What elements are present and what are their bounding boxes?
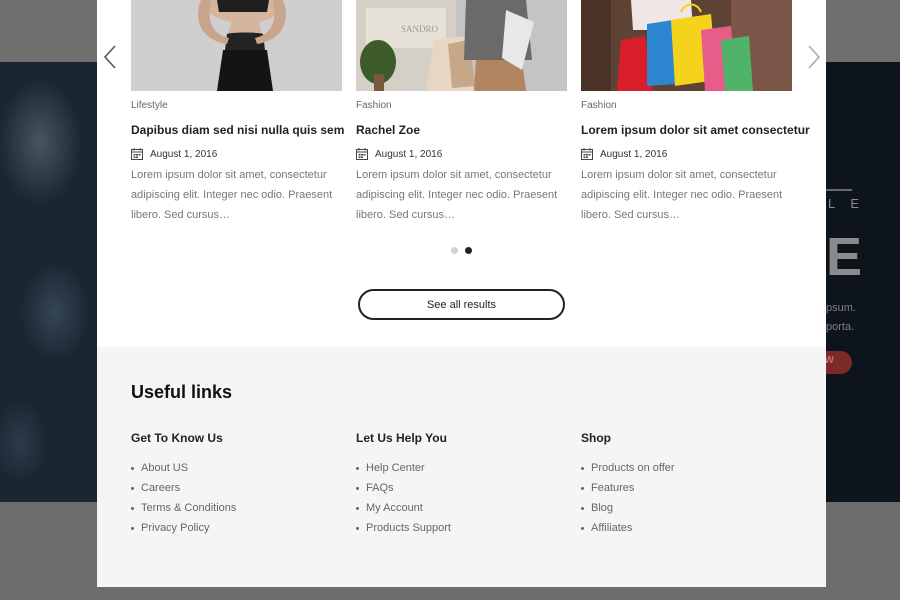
links-column-get-to-know-us: Get To Know Us About US Careers Terms & …: [131, 431, 331, 542]
post-excerpt: Lorem ipsum dolor sit amet, consectetur …: [581, 169, 783, 221]
useful-links-section: Useful links Get To Know Us About US Car…: [97, 347, 826, 587]
see-all-results-button[interactable]: See all results: [358, 289, 565, 320]
carousel-dot-1[interactable]: [451, 247, 458, 254]
footer-link-help-center[interactable]: Help Center: [356, 462, 556, 482]
footer-link-about-us[interactable]: About US: [131, 462, 331, 482]
hero-title-fragment: E: [826, 227, 863, 287]
post-card[interactable]: Lifestyle Dapibus diam sed nisi nulla qu…: [131, 0, 344, 225]
links-column-heading: Get To Know Us: [131, 431, 223, 445]
post-category[interactable]: Lifestyle: [131, 100, 342, 114]
search-results-panel: Lifestyle Dapibus diam sed nisi nulla qu…: [97, 0, 826, 587]
calendar-icon: [581, 148, 593, 160]
calendar-icon: [131, 148, 143, 160]
hero-kicker-fragment: L E: [828, 196, 866, 211]
post-card[interactable]: SANDRO Fashion Rachel Zoe August 1, 2016…: [356, 0, 567, 225]
post-image-fashion[interactable]: SANDRO: [356, 0, 567, 91]
shopping-bags-illustration: [581, 0, 792, 91]
post-excerpt: Lorem ipsum dolor sit amet, consectetur …: [356, 169, 558, 221]
hero-divider-line: [826, 189, 852, 191]
carousel-prev-button[interactable]: [102, 44, 118, 70]
useful-links-title: Useful links: [131, 382, 233, 402]
hero-text-fragment-2: porta.: [826, 321, 855, 333]
footer-link-faqs[interactable]: FAQs: [356, 482, 556, 502]
post-category[interactable]: Fashion: [581, 100, 792, 114]
hero-fur-image: [0, 62, 97, 502]
footer-link-products-on-offer[interactable]: Products on offer: [581, 462, 781, 482]
links-column-heading: Shop: [581, 431, 611, 445]
carousel-next-button[interactable]: [806, 44, 822, 70]
carousel-pagination: [451, 247, 472, 254]
footer-link-features[interactable]: Features: [581, 482, 781, 502]
results-section: Lifestyle Dapibus diam sed nisi nulla qu…: [97, 0, 826, 347]
footer-link-my-account[interactable]: My Account: [356, 502, 556, 522]
links-column-help: Let Us Help You Help Center FAQs My Acco…: [356, 431, 556, 542]
fitness-woman-illustration: [131, 0, 342, 91]
footer-link-blog[interactable]: Blog: [581, 502, 781, 522]
post-date: August 1, 2016: [375, 148, 443, 160]
post-image-shopping[interactable]: [581, 0, 792, 91]
post-category[interactable]: Fashion: [356, 100, 567, 114]
chevron-left-icon: [103, 45, 116, 69]
footer-link-products-support[interactable]: Products Support: [356, 522, 556, 542]
svg-text:SANDRO: SANDRO: [401, 24, 439, 34]
post-date: August 1, 2016: [150, 148, 218, 160]
footer-link-affiliates[interactable]: Affiliates: [581, 522, 781, 542]
footer-link-terms[interactable]: Terms & Conditions: [131, 502, 331, 522]
calendar-icon: [356, 148, 368, 160]
hero-text-fragment-1: psum.: [826, 302, 856, 314]
post-image-fitness[interactable]: [131, 0, 342, 91]
carousel-dot-2[interactable]: [465, 247, 472, 254]
links-column-shop: Shop Products on offer Features Blog Aff…: [581, 431, 781, 542]
footer-link-careers[interactable]: Careers: [131, 482, 331, 502]
shopping-mall-illustration: SANDRO: [356, 0, 567, 91]
post-title[interactable]: Dapibus diam sed nisi nulla quis sem: [131, 123, 344, 137]
chevron-right-icon: [808, 45, 821, 69]
post-title[interactable]: Lorem ipsum dolor sit amet consectetur: [581, 123, 810, 137]
post-card[interactable]: Fashion Lorem ipsum dolor sit amet conse…: [581, 0, 810, 225]
footer-link-privacy[interactable]: Privacy Policy: [131, 522, 331, 542]
links-column-heading: Let Us Help You: [356, 431, 447, 445]
post-title[interactable]: Rachel Zoe: [356, 123, 567, 137]
post-excerpt: Lorem ipsum dolor sit amet, consectetur …: [131, 169, 333, 221]
post-date: August 1, 2016: [600, 148, 668, 160]
